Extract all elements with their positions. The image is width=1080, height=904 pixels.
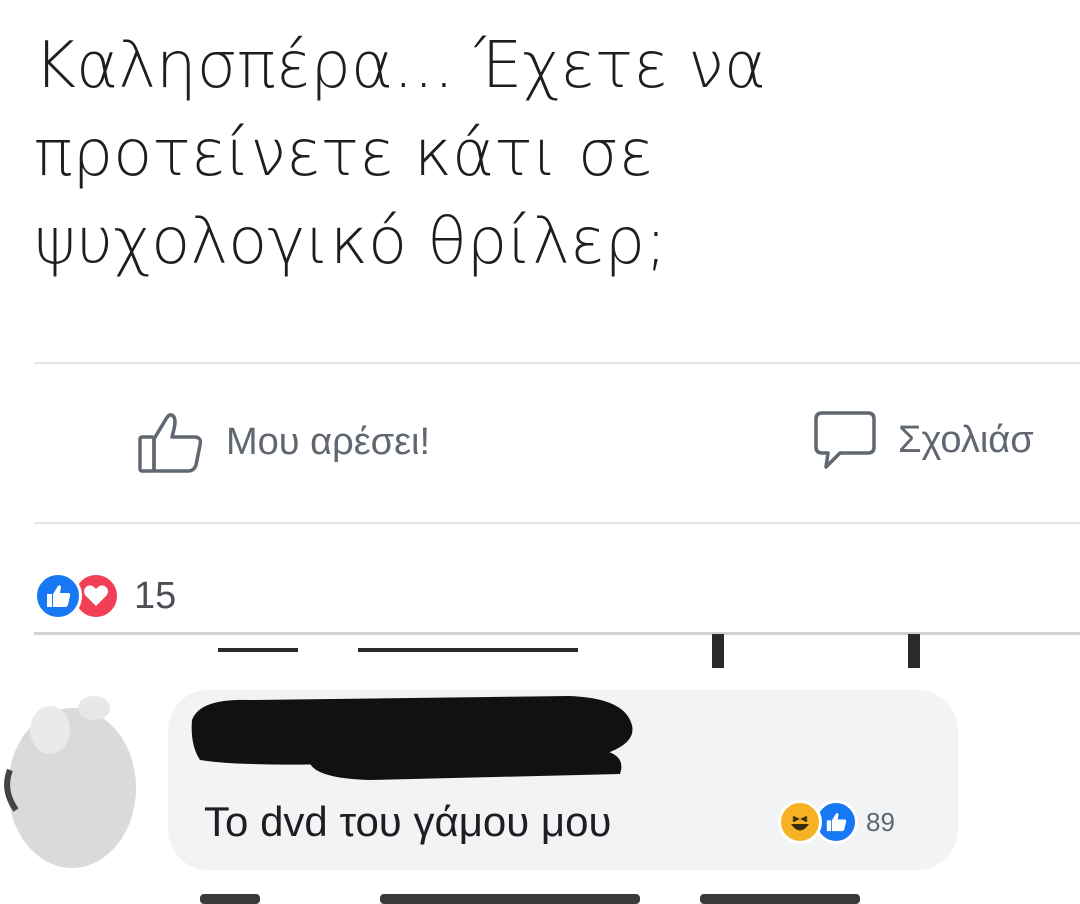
comment-reaction-count: 89: [866, 806, 895, 837]
reactions-summary[interactable]: 15: [34, 572, 176, 620]
haha-icon: [778, 800, 822, 844]
like-icon: [34, 572, 82, 620]
divider: [34, 362, 1080, 364]
reaction-count: 15: [134, 574, 177, 617]
comment-button[interactable]: Σχολιάσ: [812, 409, 1034, 471]
thumbs-up-icon: [138, 413, 203, 473]
redacted-author-name: [191, 696, 633, 780]
comment-label: Σχολιάσ: [898, 418, 1034, 461]
comment-text: Το dvd του γάμου μου: [204, 798, 612, 845]
comment-icon: [814, 411, 876, 469]
post-text-line: προτείνετε κάτι σε: [34, 117, 654, 191]
post-actions-bar: Μου αρέσει! Σχολιάσ: [0, 395, 1080, 495]
post-text: Καλησπέρα... Έχετε να προτείνετε κάτι σε…: [34, 22, 1054, 286]
divider: [34, 522, 1080, 524]
partially-hidden-row: [0, 628, 1080, 674]
post-text-line: Καλησπέρα... Έχετε να: [34, 29, 767, 103]
comment-reactions[interactable]: 89: [778, 800, 895, 844]
post-text-line: ψυχολογικό θρίλερ;: [34, 205, 667, 279]
partially-hidden-row: [0, 880, 1080, 904]
like-button[interactable]: Μου αρέσει!: [136, 409, 430, 475]
like-label: Μου αρέσει!: [226, 420, 431, 463]
avatar[interactable]: [2, 690, 152, 870]
